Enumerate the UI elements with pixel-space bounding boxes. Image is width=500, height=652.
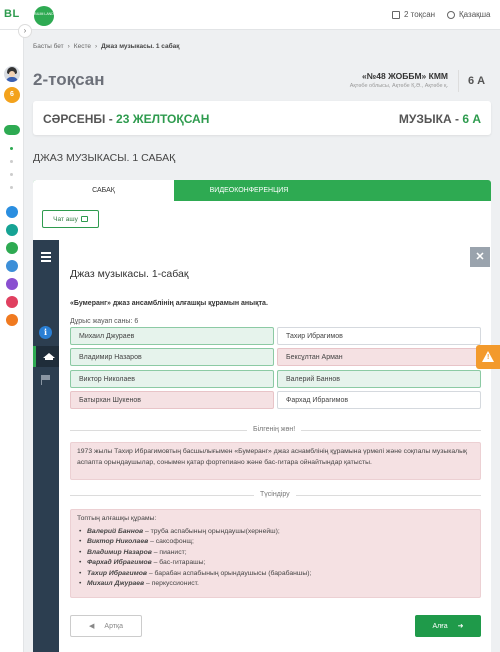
rail-dot[interactable]: [10, 160, 13, 163]
bilimland-logo[interactable]: BILIM LAND: [34, 6, 54, 26]
menu-icon[interactable]: [33, 246, 59, 268]
calendar-icon: [392, 10, 400, 19]
back-button[interactable]: ◀ Артқа: [70, 615, 142, 637]
help-icon[interactable]: [6, 206, 18, 218]
subject-label: МУЗЫКА - 6 А: [398, 112, 481, 126]
list-item: Фархад Ибрагимов – бас-гитарашы;: [77, 558, 474, 569]
flag-icon[interactable]: [41, 375, 51, 385]
list-item: Михаил Джураев – перкуссионист.: [77, 579, 474, 590]
question-text: «Бумеранг» джаз ансамблінің алғашқы құра…: [70, 300, 268, 307]
info-icon[interactable]: i: [39, 326, 52, 339]
answer-option[interactable]: Михаил Джураев: [70, 327, 274, 345]
tab-bar: САБАҚ ВИДЕОКОНФЕРЕНЦИЯ: [33, 180, 491, 201]
rail-dot-active[interactable]: [10, 147, 13, 150]
explanation-intro: Топтың алғашқы құрамы:: [77, 515, 157, 522]
avatar[interactable]: [4, 66, 20, 82]
arrow-left-icon: ◀: [89, 623, 95, 630]
answer-option[interactable]: Валерий Баннов: [277, 370, 481, 388]
answer-option[interactable]: Фархад Ибрагимов: [277, 391, 481, 409]
page-title: 2-тоқсан: [33, 70, 105, 89]
list-item: Владимир Назаров – пианист;: [77, 548, 474, 559]
school-info: «№48 ЖОББМ» КММ Ақтөбе облысы, Ақтөбе Қ.…: [350, 71, 448, 89]
breadcrumb: Басты бет › Кесте › Джаз музыкасы. 1 саб…: [33, 43, 180, 50]
player-sidebar: i: [33, 240, 59, 652]
grade-label: 6 А: [468, 75, 486, 87]
member-list: Валерий Баннов – труба аспабының орындау…: [77, 527, 474, 590]
graduation-cap-icon[interactable]: [33, 346, 59, 367]
notification-badge[interactable]: 6: [4, 87, 20, 103]
quarter-label: 2 тоқсан: [404, 10, 436, 19]
day-bar: СӘРСЕНБІ - 23 ЖЕЛТОҚСАН МУЗЫКА - 6 А: [33, 101, 491, 135]
schedule-icon[interactable]: [4, 125, 20, 135]
app-icon-3[interactable]: [6, 260, 18, 272]
answer-option[interactable]: Тахир Ибрагимов: [277, 327, 481, 345]
warning-icon[interactable]: [476, 345, 500, 369]
date-label: 23 ЖЕЛТОҚСАН: [116, 112, 210, 126]
next-button[interactable]: Алға ➜: [415, 615, 481, 637]
app-icon-4[interactable]: [6, 278, 18, 290]
answer-option[interactable]: Владимир Назаров: [70, 348, 274, 366]
app-icon-2[interactable]: [6, 242, 18, 254]
close-icon[interactable]: ✕: [470, 247, 490, 267]
language-selector[interactable]: Қазақша: [447, 10, 491, 19]
quarter-selector[interactable]: 2 тоқсан: [392, 10, 435, 19]
tab-video-conference[interactable]: ВИДЕОКОНФЕРЕНЦИЯ: [174, 180, 324, 201]
answer-option[interactable]: Бексұлтан Арман: [277, 348, 481, 366]
language-label: Қазақша: [459, 10, 491, 19]
did-you-know-label: Білгенің жөн!: [247, 426, 302, 433]
lesson-title: ДЖАЗ МУЗЫКАСЫ. 1 САБАҚ: [33, 152, 176, 164]
breadcrumb-current: Джаз музыкасы. 1 сабақ: [101, 43, 180, 50]
correct-count: Дұрыс жауап саны: 6: [70, 318, 139, 325]
school-name: «№48 ЖОББМ» КММ: [362, 71, 448, 81]
lesson-player: i ✕ Джаз музыкасы. 1-сабақ «Бумеранг» дж…: [33, 240, 491, 652]
did-you-know-text: 1973 жылы Тахир Ибрагимовтың басшылығыме…: [77, 448, 467, 466]
explanation-label: Түсіндіру: [254, 491, 296, 498]
did-you-know-box: 1973 жылы Тахир Ибрагимовтың басшылығыме…: [70, 442, 481, 480]
school-address: Ақтөбе облысы, Ақтөбе Қ.Ә., Ақтөбе қ.: [349, 83, 448, 89]
tab-lesson[interactable]: САБАҚ: [33, 180, 174, 201]
list-item: Валерий Баннов – труба аспабының орындау…: [77, 527, 474, 538]
answer-option[interactable]: Батырхан Шукенов: [70, 391, 274, 409]
rail-dot[interactable]: [10, 173, 13, 176]
open-chat-button[interactable]: Чат ашу: [42, 210, 99, 228]
bl-logo[interactable]: BL: [4, 8, 20, 20]
globe-icon: [447, 10, 455, 19]
app-icon-5[interactable]: [6, 296, 18, 308]
chevron-right-icon[interactable]: ›: [18, 24, 32, 38]
answer-option[interactable]: Виктор Николаев: [70, 370, 274, 388]
exercise-title: Джаз музыкасы. 1-сабақ: [70, 268, 189, 280]
rail-dot[interactable]: [10, 186, 13, 189]
explanation-box: Топтың алғашқы құрамы: Валерий Баннов – …: [70, 509, 481, 598]
arrow-right-icon: ➜: [457, 623, 464, 630]
class-label: 6 А: [462, 112, 481, 126]
left-rail: 6: [0, 30, 24, 652]
list-item: Тахир Ибрагимов – барабан аспабының орын…: [77, 569, 474, 580]
top-bar: BL BILIM LAND 2 тоқсан Қазақша: [0, 0, 500, 30]
list-item: Виктор Николаев – саксофонщ;: [77, 537, 474, 548]
app-icon-6[interactable]: [6, 314, 18, 326]
day-label: СӘРСЕНБІ - 23 ЖЕЛТОҚСАН: [43, 112, 210, 126]
breadcrumb-home[interactable]: Басты бет: [33, 43, 64, 50]
app-icon-1[interactable]: [6, 224, 18, 236]
chat-icon: [80, 216, 88, 222]
breadcrumb-schedule[interactable]: Кесте: [74, 43, 91, 50]
